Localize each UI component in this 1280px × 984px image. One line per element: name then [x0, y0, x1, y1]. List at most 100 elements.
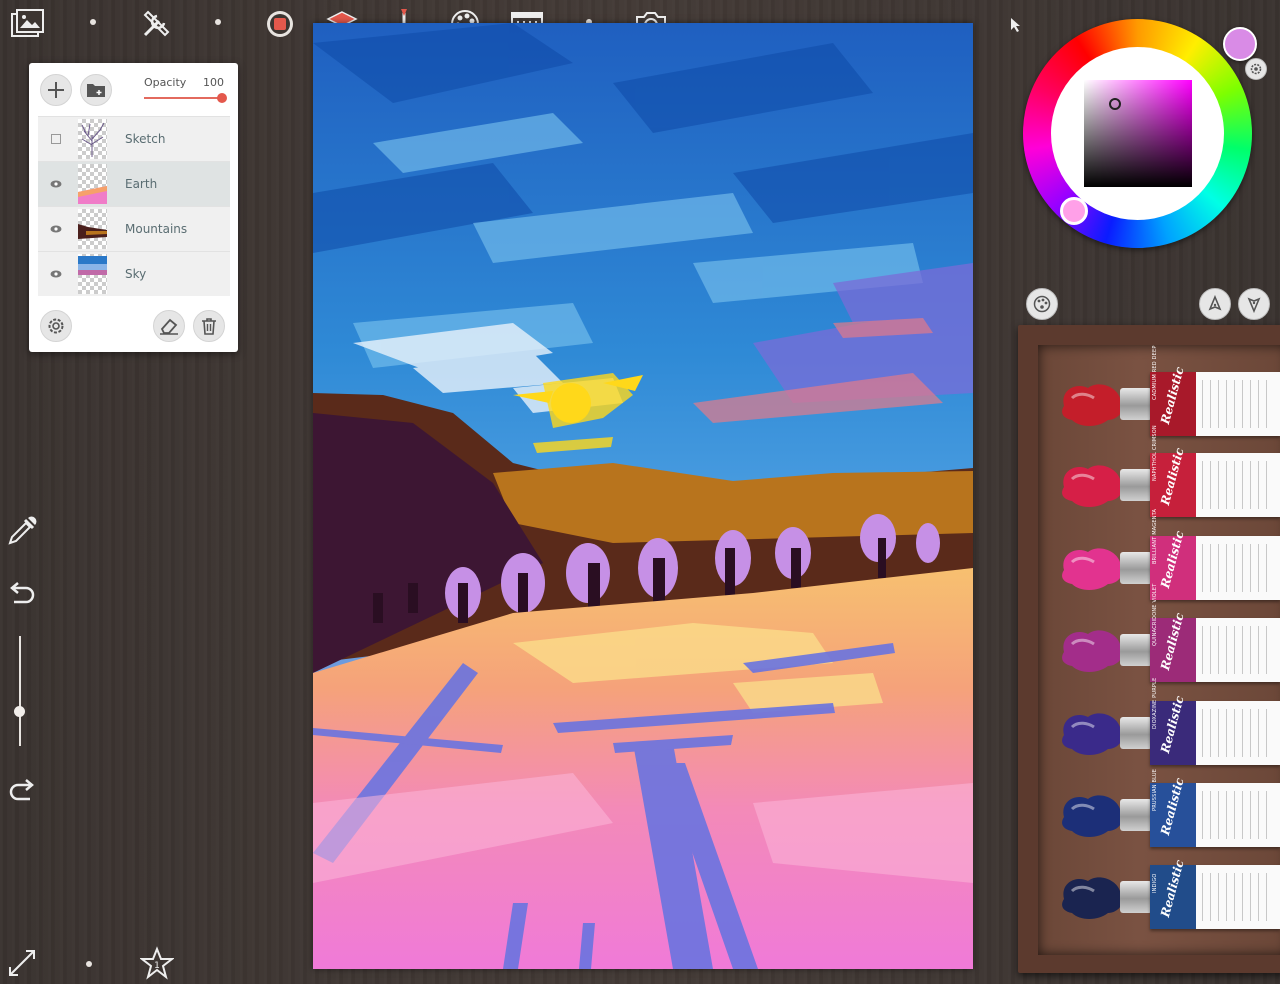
painting-artwork	[313, 23, 973, 969]
opacity-slider-track[interactable]	[144, 97, 222, 99]
nib-down-icon	[1247, 297, 1261, 313]
tube-brand: Realistic	[1158, 365, 1187, 426]
paint-tube[interactable]: Realistic NAPHTHOL CRIMSON	[1058, 425, 1280, 519]
layer-thumbnail	[78, 164, 107, 204]
tube-label-band: Realistic INDIGO	[1150, 858, 1196, 929]
toolbar-separator-dot	[86, 961, 92, 967]
layer-settings-button[interactable]	[40, 310, 72, 342]
tube-cap	[1120, 881, 1152, 913]
palette-toggle-button[interactable]	[1026, 288, 1058, 320]
tube-cap	[1120, 799, 1152, 831]
add-folder-button[interactable]	[80, 74, 112, 106]
layer-row-mountains[interactable]: Mountains	[38, 206, 230, 251]
tube-fine-print	[1202, 626, 1272, 674]
tube-brand: Realistic	[1158, 694, 1187, 755]
paint-tube[interactable]: Realistic QUINACRIDONE VIOLET	[1058, 584, 1280, 684]
tube-color-name: NAPHTHOL CRIMSON	[1152, 425, 1158, 481]
layer-list: Sketch Earth Mountains Sky	[38, 116, 230, 296]
tube-color-name: PRUSSIAN BLUE	[1152, 768, 1158, 811]
tube-brand: Realistic	[1158, 611, 1187, 672]
tube-brand: Realistic	[1158, 529, 1187, 590]
pointer-icon	[1008, 16, 1022, 34]
gear-icon	[48, 318, 64, 334]
paint-tube[interactable]: Realistic DIOXAZINE PURPLE	[1058, 678, 1280, 767]
tube-fine-print	[1202, 873, 1272, 921]
tube-body: Realistic PRUSSIAN BLUE	[1150, 769, 1280, 847]
tube-cap	[1120, 717, 1152, 749]
tube-body: Realistic INDIGO	[1150, 858, 1280, 929]
layers-panel: Opacity 100 Sketch Earth Mountains Sky	[29, 63, 238, 352]
tube-brand: Realistic	[1158, 776, 1187, 837]
tube-brand: Realistic	[1158, 858, 1187, 919]
toolbar-separator-dot	[215, 19, 221, 25]
tube-body: Realistic BRILLIANT MAGENTA	[1150, 509, 1280, 600]
trash-icon	[202, 318, 216, 335]
layers-panel-footer	[29, 310, 238, 352]
visibility-eye-icon[interactable]	[50, 178, 62, 190]
tube-body: Realistic CADMIUM RED DEEP	[1150, 345, 1280, 436]
paint-blob	[1062, 877, 1124, 919]
paint-tube[interactable]: Realistic PRUSSIAN BLUE	[1058, 769, 1280, 849]
gear-icon	[1250, 63, 1262, 75]
star-icon[interactable]: 1	[139, 946, 175, 980]
paint-tube[interactable]: Realistic BRILLIANT MAGENTA	[1058, 509, 1280, 602]
eraser-icon	[160, 318, 178, 335]
undo-icon[interactable]	[6, 578, 38, 610]
sv-picker-handle[interactable]	[1109, 98, 1121, 110]
visibility-checkbox[interactable]	[50, 133, 62, 145]
gallery-icon[interactable]	[10, 6, 46, 42]
folder-add-icon	[87, 84, 105, 97]
tube-fine-print	[1202, 544, 1272, 592]
svg-text:1: 1	[154, 961, 160, 971]
tube-color-name: INDIGO	[1152, 873, 1158, 893]
tube-cap	[1120, 388, 1152, 420]
tube-fine-print	[1202, 380, 1272, 428]
tube-body: Realistic NAPHTHOL CRIMSON	[1150, 425, 1280, 517]
tube-body: Realistic DIOXAZINE PURPLE	[1150, 678, 1280, 765]
fullscreen-icon[interactable]	[6, 947, 38, 979]
tube-color-name: QUINACRIDONE VIOLET	[1152, 583, 1158, 647]
visibility-eye-icon[interactable]	[50, 223, 62, 235]
layer-row-sketch[interactable]: Sketch	[38, 116, 230, 161]
tube-color-name: DIOXAZINE PURPLE	[1152, 677, 1158, 729]
add-layer-button[interactable]	[40, 74, 72, 106]
clear-layer-button[interactable]	[153, 310, 185, 342]
layer-name: Sky	[125, 267, 147, 281]
current-color-swatch[interactable]	[1223, 27, 1257, 61]
paint-blob	[1062, 630, 1124, 672]
paint-blob	[1062, 465, 1124, 507]
layer-name: Mountains	[125, 222, 188, 236]
saturation-value-square[interactable]	[1084, 80, 1192, 187]
color-settings-button[interactable]	[1245, 58, 1267, 80]
layer-thumbnail	[78, 119, 107, 159]
layer-row-sky[interactable]: Sky	[38, 251, 230, 296]
paint-tube[interactable]: Realistic CADMIUM RED DEEP	[1058, 345, 1280, 438]
brush-size-slider-track[interactable]	[19, 636, 21, 746]
tube-fine-print	[1202, 461, 1272, 509]
layer-row-earth[interactable]: Earth	[38, 161, 230, 206]
brush-size-slider-handle[interactable]	[14, 706, 25, 717]
visibility-eye-icon[interactable]	[50, 268, 62, 280]
paint-tube[interactable]: Realistic INDIGO	[1058, 858, 1280, 931]
palette-icon	[1033, 295, 1051, 313]
layer-thumbnail	[78, 254, 107, 294]
redo-icon[interactable]	[6, 775, 38, 807]
hue-ring-handle[interactable]	[1060, 197, 1088, 225]
layer-name: Sketch	[125, 132, 166, 146]
tube-cap	[1120, 552, 1152, 584]
record-icon[interactable]	[262, 6, 298, 42]
eyedropper-icon[interactable]	[6, 515, 38, 547]
tube-brand: Realistic	[1158, 446, 1187, 507]
brush-down-button[interactable]	[1238, 288, 1270, 320]
brush-up-button[interactable]	[1199, 288, 1231, 320]
opacity-slider-handle[interactable]	[217, 93, 227, 103]
painting-canvas[interactable]	[313, 23, 973, 969]
paint-blob	[1062, 713, 1124, 755]
opacity-value: 100	[203, 76, 224, 89]
paint-blob	[1062, 795, 1124, 837]
toolbar-separator-dot	[90, 19, 96, 25]
delete-layer-button[interactable]	[193, 310, 225, 342]
plus-icon	[48, 82, 64, 98]
tube-body: Realistic QUINACRIDONE VIOLET	[1150, 584, 1280, 682]
tools-icon[interactable]	[138, 6, 174, 42]
